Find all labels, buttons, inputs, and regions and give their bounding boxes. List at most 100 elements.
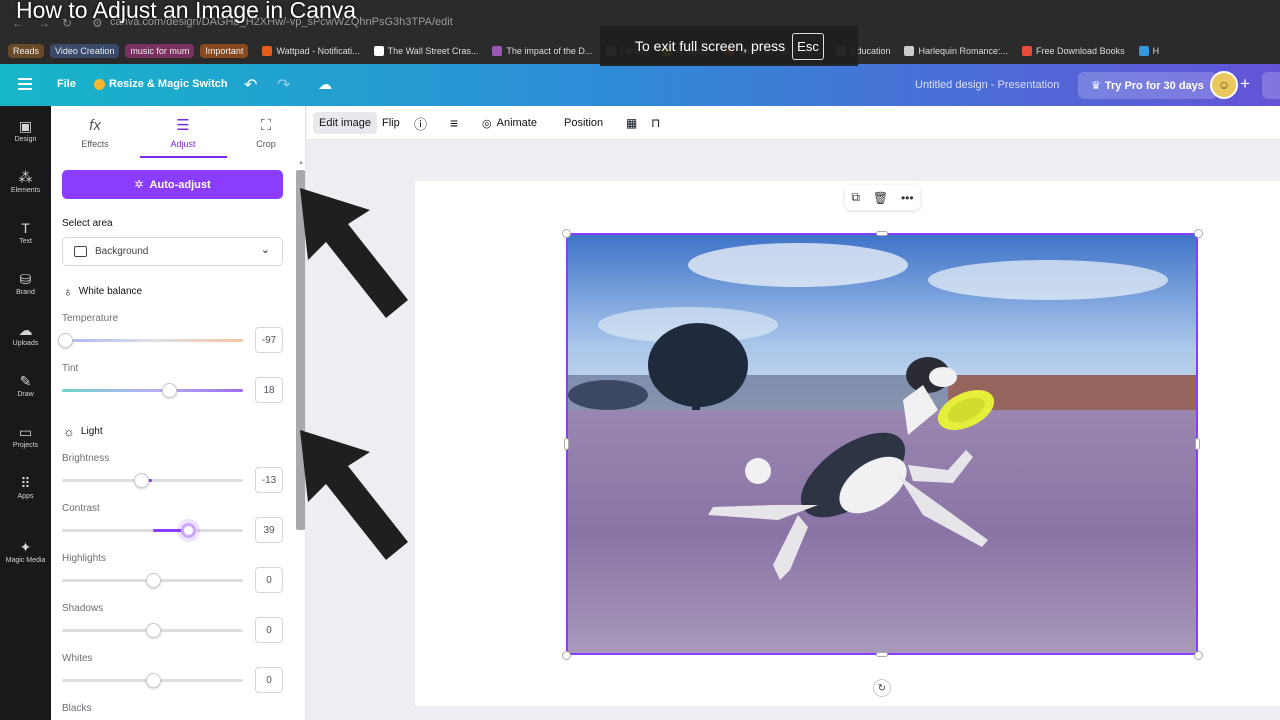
- menu-icon[interactable]: [18, 78, 32, 93]
- text-icon: T: [21, 220, 30, 236]
- rail-item-draw[interactable]: ✎ Draw: [0, 373, 51, 398]
- whites-slider[interactable]: [62, 673, 243, 688]
- edit-image-button[interactable]: Edit image: [313, 112, 377, 134]
- avatar[interactable]: ☺: [1210, 71, 1238, 99]
- rotate-icon[interactable]: ↻: [873, 679, 891, 697]
- light-label: Light: [80, 426, 103, 437]
- redo-icon[interactable]: ↷: [277, 75, 290, 95]
- bookmark-label: The impact of the D...: [506, 46, 593, 56]
- animate-icon: ◎: [482, 117, 492, 130]
- rail-item-elements[interactable]: ⁂ Elements: [0, 169, 51, 194]
- resize-handle-top[interactable]: [876, 231, 888, 236]
- bookmark-folder[interactable]: Reads: [8, 44, 45, 58]
- rail-item-brand[interactable]: ⛁ Brand: [0, 271, 51, 296]
- temperature-slider[interactable]: [57, 333, 243, 348]
- bookmark-item[interactable]: The Wall Street Cras...: [373, 46, 478, 56]
- bookmark-folder[interactable]: Important: [200, 44, 249, 58]
- more-icon[interactable]: •••: [901, 191, 914, 205]
- undo-icon[interactable]: ↶: [244, 75, 257, 95]
- resize-magic-switch-button[interactable]: Resize & Magic Switch: [94, 78, 228, 90]
- whites-value-input[interactable]: 0: [255, 667, 283, 693]
- contrast-slider-thumb[interactable]: [180, 523, 196, 538]
- border-style-icon[interactable]: ≡: [444, 112, 464, 134]
- arrow-top-icon: [300, 188, 408, 318]
- rail-item-apps[interactable]: ⠿ Apps: [0, 475, 51, 500]
- tint-slider[interactable]: [62, 383, 243, 398]
- bookmark-item[interactable]: H: [1138, 46, 1159, 56]
- highlights-slider-thumb[interactable]: [145, 573, 161, 588]
- adjust-panel: fx Effects ☰ Adjust ⛶ Crop ✲ Auto-adjust…: [51, 106, 306, 720]
- share-button[interactable]: [1262, 72, 1280, 99]
- highlights-slider[interactable]: [62, 573, 243, 588]
- tint-slider-thumb[interactable]: [161, 383, 177, 398]
- select-area-label: Select area: [62, 218, 113, 229]
- tab-effects[interactable]: fx Effects: [60, 116, 130, 149]
- tab-crop[interactable]: ⛶ Crop: [231, 116, 301, 149]
- rail-item-text[interactable]: T Text: [0, 220, 51, 245]
- crown-icon: ♛: [1091, 80, 1101, 92]
- flip-button[interactable]: Flip: [376, 112, 406, 134]
- tab-adjust[interactable]: ☰ Adjust: [148, 116, 218, 149]
- duplicate-icon[interactable]: ⧉: [851, 190, 860, 205]
- cloud-save-icon[interactable]: ☁: [318, 76, 332, 93]
- info-icon[interactable]: ⓘ: [408, 112, 433, 134]
- white-balance-heading: ♁ White balance: [63, 284, 142, 299]
- bookmark-folder[interactable]: music for mum: [125, 44, 195, 58]
- position-button[interactable]: Position: [558, 112, 609, 134]
- brightness-slider[interactable]: [62, 473, 243, 488]
- bookmark-item[interactable]: Harlequin Romance:...: [904, 46, 1008, 56]
- shadows-slider[interactable]: [62, 623, 243, 638]
- contrast-value-input[interactable]: 39: [255, 517, 283, 543]
- bookmark-favicon-icon: [492, 46, 503, 56]
- animate-button[interactable]: ◎ Animate: [476, 112, 543, 134]
- rail-item-label: Apps: [17, 493, 34, 500]
- design-title[interactable]: Untitled design - Presentation: [915, 79, 1059, 91]
- bookmark-item[interactable]: The impact of the D...: [492, 46, 592, 56]
- bookmark-item[interactable]: Free Download Books: [1022, 46, 1125, 56]
- resize-handle-bottom-right[interactable]: [1194, 651, 1203, 660]
- resize-handle-bottom[interactable]: [876, 652, 888, 657]
- rail-item-label: Magic Media: [5, 557, 46, 564]
- bookmark-folder[interactable]: Video Creation: [50, 44, 120, 58]
- shadows-value-input[interactable]: 0: [255, 617, 283, 643]
- scroll-up-icon[interactable]: ▲: [298, 160, 304, 166]
- resize-handle-right[interactable]: [1195, 438, 1200, 450]
- resize-handle-left[interactable]: [564, 438, 569, 450]
- tutorial-arrows: [300, 188, 408, 560]
- whites-slider-thumb[interactable]: [145, 673, 161, 688]
- sun-icon: ☼: [63, 424, 75, 439]
- brightness-slider-thumb[interactable]: [133, 473, 149, 488]
- crop-icon: ⛶: [260, 117, 272, 134]
- bookmark-item[interactable]: Wattpad - Notificati...: [262, 46, 360, 56]
- tab-crop-label: Crop: [256, 139, 276, 149]
- contrast-label: Contrast: [62, 503, 100, 514]
- add-collaborator-icon[interactable]: +: [1240, 74, 1250, 94]
- projects-icon: ▭: [18, 424, 33, 440]
- rail-item-uploads[interactable]: ☁ Uploads: [0, 322, 51, 347]
- file-menu[interactable]: File: [57, 78, 76, 90]
- resize-handle-top-left[interactable]: [562, 229, 571, 238]
- rail-item-projects[interactable]: ▭ Projects: [0, 424, 51, 449]
- temperature-slider-thumb[interactable]: [57, 333, 73, 348]
- transparency-icon[interactable]: ▦: [620, 112, 643, 134]
- shadows-slider-thumb[interactable]: [145, 623, 161, 638]
- temperature-value-input[interactable]: -97: [255, 327, 283, 353]
- resize-handle-bottom-left[interactable]: [562, 651, 571, 660]
- shadows-label: Shadows: [62, 603, 104, 614]
- try-pro-button[interactable]: ♛ Try Pro for 30 days: [1078, 72, 1217, 99]
- brightness-value-input[interactable]: -13: [255, 467, 283, 493]
- bookmark-favicon-icon: [1022, 46, 1033, 56]
- rail-item-magic-media[interactable]: ✦ Magic Media: [0, 539, 51, 564]
- highlights-value-input[interactable]: 0: [255, 567, 283, 593]
- rail-item-design[interactable]: ▣ Design: [0, 118, 51, 143]
- contrast-slider[interactable]: [62, 523, 243, 538]
- lock-icon[interactable]: ⊓: [645, 112, 666, 134]
- tint-value-input[interactable]: 18: [255, 377, 283, 403]
- auto-adjust-button[interactable]: ✲ Auto-adjust: [62, 170, 283, 199]
- delete-icon[interactable]: 🗑: [873, 191, 888, 205]
- brand-icon: ⛁: [19, 271, 32, 287]
- rail-item-label: Draw: [17, 391, 34, 398]
- dog-frisbee-photo[interactable]: [566, 233, 1198, 655]
- select-area-dropdown[interactable]: Background ⌄: [62, 237, 283, 266]
- resize-handle-top-right[interactable]: [1194, 229, 1203, 238]
